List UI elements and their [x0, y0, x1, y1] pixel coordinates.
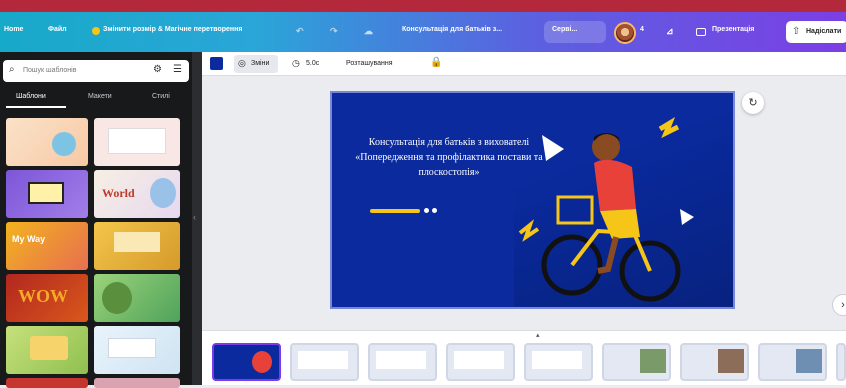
present-button[interactable]: Презентація — [712, 26, 754, 33]
page-thumb[interactable] — [290, 343, 359, 381]
filter-icon[interactable]: ☰ — [173, 64, 182, 75]
analytics-icon[interactable]: ⊿ — [666, 26, 674, 37]
template-thumb[interactable] — [6, 118, 88, 166]
editor-toolbar: ◎ Зміни ◷ 5.0с Розташування 🔒 — [202, 52, 846, 76]
thumb-decoration — [150, 178, 176, 208]
template-thumb[interactable] — [94, 326, 180, 374]
template-thumb[interactable]: World — [94, 170, 180, 218]
thumb-decoration — [796, 349, 822, 373]
tab-styles[interactable]: Стилі — [152, 93, 170, 100]
page-thumb[interactable] — [524, 343, 593, 381]
thumb-decoration — [252, 351, 272, 373]
tab-active-indicator — [6, 106, 66, 108]
lightning-shape — [658, 117, 680, 139]
document-title[interactable]: Консультація для батьків з... — [402, 26, 502, 33]
browser-chrome-strip — [0, 0, 846, 12]
thumb-decoration — [298, 351, 348, 369]
position-button[interactable]: Розташування — [346, 60, 393, 67]
thumb-title: My Way — [12, 234, 46, 244]
share-button[interactable]: ⇧ Надіслати — [786, 21, 846, 43]
undo-icon[interactable]: ↶ — [296, 26, 304, 37]
share-button-label: Надіслати — [806, 28, 842, 35]
panel-collapse-handle[interactable]: ‹ — [192, 52, 202, 385]
slide-accent-bar — [370, 209, 420, 213]
template-thumb[interactable]: My Way — [6, 222, 88, 270]
templates-panel: ⌕ Пошук шаблонів ⚙ ☰ Шаблони Макети Стил… — [0, 52, 192, 388]
page-thumb[interactable] — [758, 343, 827, 381]
template-thumb[interactable]: WOW — [6, 274, 88, 322]
cyclist-shirt — [594, 159, 636, 211]
lock-icon[interactable]: 🔒 — [430, 57, 442, 68]
settings-icon[interactable]: ⚙ — [153, 64, 162, 75]
edit-button-label: Зміни — [251, 60, 270, 67]
rotate-icon[interactable]: ↻ — [742, 92, 764, 114]
thumb-title: WOW — [18, 286, 69, 306]
avatar-count: 4 — [640, 26, 644, 33]
thumb-decoration — [102, 282, 132, 314]
thumb-decoration — [52, 132, 76, 156]
thumb-decoration — [376, 351, 426, 369]
search-icon: ⌕ — [9, 64, 15, 75]
thumb-decoration — [28, 182, 64, 204]
timer-icon: ◷ — [292, 58, 300, 68]
template-thumb[interactable] — [94, 378, 180, 388]
upload-icon: ⇧ — [792, 26, 801, 37]
thumb-decoration — [108, 338, 156, 358]
slide-dot — [424, 208, 429, 213]
thumb-decoration — [108, 128, 166, 154]
cyclist-shorts — [600, 209, 640, 239]
tab-layouts[interactable]: Макети — [88, 93, 112, 100]
page-thumb[interactable] — [212, 343, 281, 381]
present-icon — [696, 28, 706, 36]
color-swatch[interactable] — [210, 57, 223, 70]
bike-basket — [556, 195, 594, 225]
cyclist-illustration — [518, 117, 694, 302]
thumb-decoration — [114, 232, 160, 252]
thumb-decoration — [30, 336, 68, 360]
resize-button[interactable]: Змінити розмір & Магічне перетворення — [103, 26, 242, 33]
template-thumb[interactable] — [6, 170, 88, 218]
slide-dot — [432, 208, 437, 213]
duration-button[interactable]: 5.0с — [306, 60, 319, 67]
filmstrip-toggle[interactable]: ▴ — [536, 331, 540, 339]
thumb-decoration — [532, 351, 582, 369]
home-button[interactable]: Home — [4, 26, 23, 33]
slide-canvas[interactable]: Консультація для батьків з вихователі «П… — [330, 91, 735, 309]
thumb-decoration — [454, 351, 504, 369]
template-thumb[interactable] — [94, 274, 180, 322]
chevron-left-icon: ‹ — [193, 212, 196, 222]
page-thumb[interactable] — [680, 343, 749, 381]
share-dropdown-label: Серві... — [552, 26, 578, 33]
file-menu[interactable]: Файл — [48, 26, 67, 33]
page-thumb[interactable] — [446, 343, 515, 381]
triangle-shape — [542, 135, 564, 161]
search-box[interactable]: ⌕ Пошук шаблонів ⚙ ☰ — [3, 60, 189, 82]
lightning-shape — [518, 219, 540, 242]
avatar[interactable] — [614, 22, 636, 44]
page-filmstrip: ▴ — [202, 330, 846, 385]
triangle-shape — [680, 209, 694, 225]
top-bar: Home Файл Змінити розмір & Магічне перет… — [0, 12, 846, 52]
crown-icon — [92, 27, 100, 35]
cloud-save-icon[interactable]: ☁ — [364, 26, 373, 37]
template-thumb[interactable] — [6, 378, 88, 388]
page-thumb[interactable] — [836, 343, 846, 381]
page-thumb[interactable] — [368, 343, 437, 381]
tab-templates[interactable]: Шаблони — [16, 93, 46, 100]
redo-icon[interactable]: ↷ — [330, 26, 338, 37]
template-thumb[interactable] — [94, 118, 180, 166]
animate-icon: ◎ — [238, 58, 246, 68]
page-thumb[interactable] — [602, 343, 671, 381]
sidebar-tabs: Шаблони Макети Стилі — [0, 88, 192, 110]
template-thumb[interactable] — [94, 222, 180, 270]
edit-button[interactable]: ◎ Зміни — [234, 55, 278, 73]
thumb-title: World — [102, 186, 135, 200]
thumb-decoration — [718, 349, 744, 373]
thumb-decoration — [640, 349, 666, 373]
search-input[interactable]: Пошук шаблонів — [23, 67, 76, 74]
template-thumb[interactable] — [6, 326, 88, 374]
